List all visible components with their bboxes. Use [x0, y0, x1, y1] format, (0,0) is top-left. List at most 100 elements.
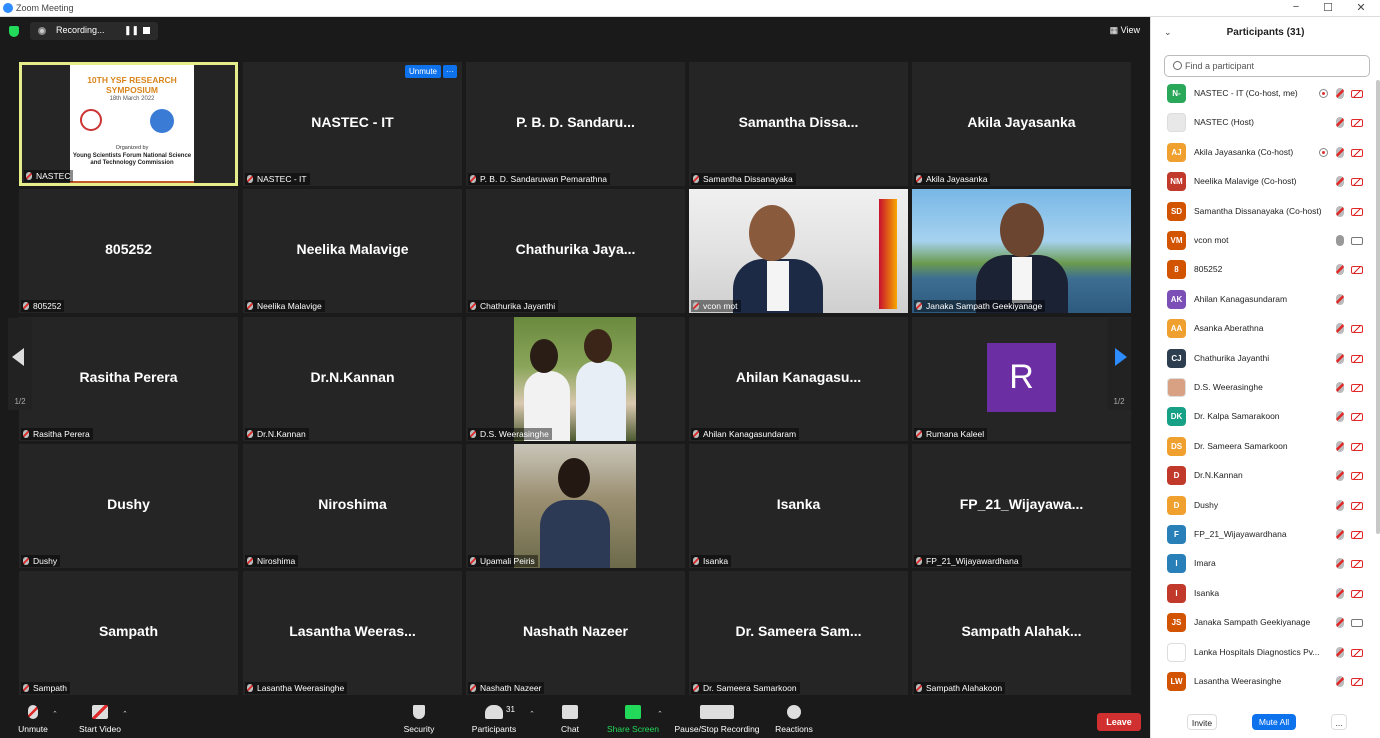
mic-muted-icon[interactable] [1336, 323, 1344, 335]
mic-muted-icon[interactable] [1336, 529, 1344, 540]
participant-row[interactable]: SD Samantha Dissanayaka (Co-host) [1151, 198, 1371, 227]
video-off-icon[interactable] [1351, 354, 1363, 363]
video-off-icon[interactable] [1351, 148, 1363, 157]
mic-muted-icon[interactable] [1336, 499, 1344, 511]
video-tile[interactable]: Janaka Sampath Geekiyanage [912, 189, 1131, 313]
video-options-caret[interactable]: ⌃ [122, 710, 128, 718]
video-off-icon[interactable] [1351, 119, 1363, 128]
audio-options-caret[interactable]: ⌃ [52, 710, 58, 718]
video-icon[interactable] [1351, 619, 1363, 628]
video-tile[interactable]: R Rumana Kaleel [912, 317, 1131, 441]
video-tile[interactable]: FP_21_Wijayawa... FP_21_Wijayawardhana [912, 444, 1131, 568]
mic-muted-icon[interactable] [1336, 676, 1344, 687]
participant-row[interactable]: NM Neelika Malavige (Co-host) [1151, 168, 1371, 197]
video-tile[interactable]: Sampath Sampath [19, 571, 238, 695]
video-tile[interactable]: Isanka Isanka [689, 444, 908, 568]
video-off-icon[interactable] [1351, 266, 1363, 275]
maximize-button[interactable]: ☐ [1318, 1, 1338, 14]
video-tile[interactable]: Dushy Dushy [19, 444, 238, 568]
more-options-button[interactable]: ... [1331, 714, 1347, 730]
participant-row[interactable]: LW Lasantha Weerasinghe [1151, 668, 1371, 697]
video-tile[interactable]: Upamali Peiris [466, 444, 685, 568]
participant-row[interactable]: D Dr.N.Kannan [1151, 462, 1371, 491]
video-tile[interactable]: Ahilan Kanagasu... Ahilan Kanagasundaram [689, 317, 908, 441]
video-off-icon[interactable] [1351, 413, 1363, 422]
video-off-icon[interactable] [1351, 442, 1363, 451]
video-tile[interactable]: Akila Jayasanka Akila Jayasanka [912, 62, 1131, 186]
share-options-caret[interactable]: ⌃ [657, 710, 663, 718]
video-tile[interactable]: Nashath Nazeer Nashath Nazeer [466, 571, 685, 695]
participant-row[interactable]: AA Asanka Aberathna [1151, 315, 1371, 344]
participant-row[interactable]: JS Janaka Sampath Geekiyanage [1151, 609, 1371, 638]
video-tile[interactable]: NASTEC - IT Unmute ··· NASTEC - IT [243, 62, 462, 186]
video-off-icon[interactable] [1351, 325, 1363, 334]
video-tile[interactable]: vcon mot [689, 189, 908, 313]
mic-muted-icon[interactable] [1336, 411, 1344, 423]
participant-row[interactable]: F FP_21_Wijayawardhana [1151, 521, 1371, 550]
invite-button[interactable]: Invite [1187, 714, 1217, 730]
video-tile[interactable]: Lasantha Weeras... Lasantha Weerasinghe [243, 571, 462, 695]
video-icon[interactable] [1351, 237, 1363, 245]
participant-row[interactable]: DS Dr. Sameera Samarkoon [1151, 433, 1371, 462]
video-tile[interactable]: Sampath Alahak... Sampath Alahakoon [912, 571, 1131, 695]
leave-button[interactable]: Leave [1097, 713, 1141, 731]
participant-row[interactable]: N- NASTEC - IT (Co-host, me) [1151, 80, 1371, 109]
tile-more-button[interactable]: ··· [443, 65, 457, 78]
mic-muted-icon[interactable] [1336, 352, 1344, 364]
participant-row[interactable]: 8 805252 [1151, 256, 1371, 285]
participant-list-scrollbar[interactable] [1376, 80, 1380, 534]
participant-row[interactable]: D.S. Weerasinghe [1151, 374, 1371, 403]
view-button[interactable]: ▦ View [1110, 25, 1140, 36]
video-tile[interactable]: D.S. Weerasinghe [466, 317, 685, 441]
chat-button[interactable]: Chat [555, 705, 585, 734]
mic-muted-icon[interactable] [1336, 646, 1344, 658]
mic-muted-icon[interactable] [1336, 88, 1344, 99]
participant-row[interactable]: D Dushy [1151, 492, 1371, 521]
shield-icon[interactable] [9, 26, 19, 37]
video-off-icon[interactable] [1351, 90, 1363, 98]
video-tile[interactable]: Chathurika Jaya... Chathurika Jayanthi [466, 189, 685, 313]
video-off-icon[interactable] [1351, 384, 1363, 392]
mute-all-button[interactable]: Mute All [1252, 714, 1296, 730]
participant-row[interactable]: VM vcon mot [1151, 227, 1371, 256]
reactions-button[interactable]: Reactions [773, 705, 815, 734]
video-tile[interactable]: Niroshima Niroshima [243, 444, 462, 568]
mic-muted-icon[interactable] [1336, 117, 1344, 129]
tile-unmute-button[interactable]: Unmute [405, 65, 441, 78]
participant-row[interactable]: AK Ahilan Kanagasundaram [1151, 286, 1371, 315]
pause-stop-recording-button[interactable]: Pause/Stop Recording [673, 705, 761, 734]
video-tile[interactable]: P. B. D. Sandaru... P. B. D. Sandaruwan P… [466, 62, 685, 186]
video-tile[interactable]: 805252 805252 [19, 189, 238, 313]
video-tile[interactable]: Samantha Dissa... Samantha Dissanayaka [689, 62, 908, 186]
video-tile[interactable]: Dr. Sameera Sam... Dr. Sameera Samarkoon [689, 571, 908, 695]
mic-muted-icon[interactable] [1336, 146, 1344, 158]
start-video-button[interactable]: Start Video [76, 705, 124, 734]
stop-recording-icon[interactable] [143, 27, 150, 34]
mic-muted-icon[interactable] [1336, 617, 1344, 629]
participant-row[interactable]: Lanka Hospitals Diagnostics Pv... [1151, 639, 1371, 668]
pause-recording-icon[interactable]: ❚❚ [124, 25, 139, 36]
unmute-button[interactable]: Unmute [14, 705, 52, 734]
video-off-icon[interactable] [1351, 678, 1363, 686]
prev-page-button[interactable]: 1/2 [8, 318, 32, 410]
video-tile[interactable]: Rasitha Perera Rasitha Perera [19, 317, 238, 441]
participant-row[interactable]: I Isanka [1151, 580, 1371, 609]
participants-options-caret[interactable]: ⌃ [529, 710, 535, 718]
mic-muted-icon[interactable] [1336, 205, 1344, 217]
video-off-icon[interactable] [1351, 531, 1363, 539]
participant-row[interactable]: CJ Chathurika Jayanthi [1151, 345, 1371, 374]
mic-muted-icon[interactable] [1336, 293, 1344, 305]
video-off-icon[interactable] [1351, 648, 1363, 657]
participant-row[interactable]: DK Dr. Kalpa Samarakoon [1151, 403, 1371, 432]
security-button[interactable]: Security [399, 705, 439, 734]
mic-muted-icon[interactable] [1336, 382, 1344, 393]
mic-icon[interactable] [1336, 235, 1344, 246]
minimize-button[interactable]: − [1286, 1, 1306, 13]
participant-row[interactable]: I Imara [1151, 550, 1371, 579]
video-off-icon[interactable] [1351, 560, 1363, 569]
share-screen-button[interactable]: Share Screen [606, 705, 660, 734]
close-button[interactable]: ✕ [1351, 1, 1371, 14]
video-off-icon[interactable] [1351, 472, 1363, 481]
participant-row[interactable]: NASTEC (Host) [1151, 109, 1371, 138]
mic-muted-icon[interactable] [1336, 176, 1344, 188]
